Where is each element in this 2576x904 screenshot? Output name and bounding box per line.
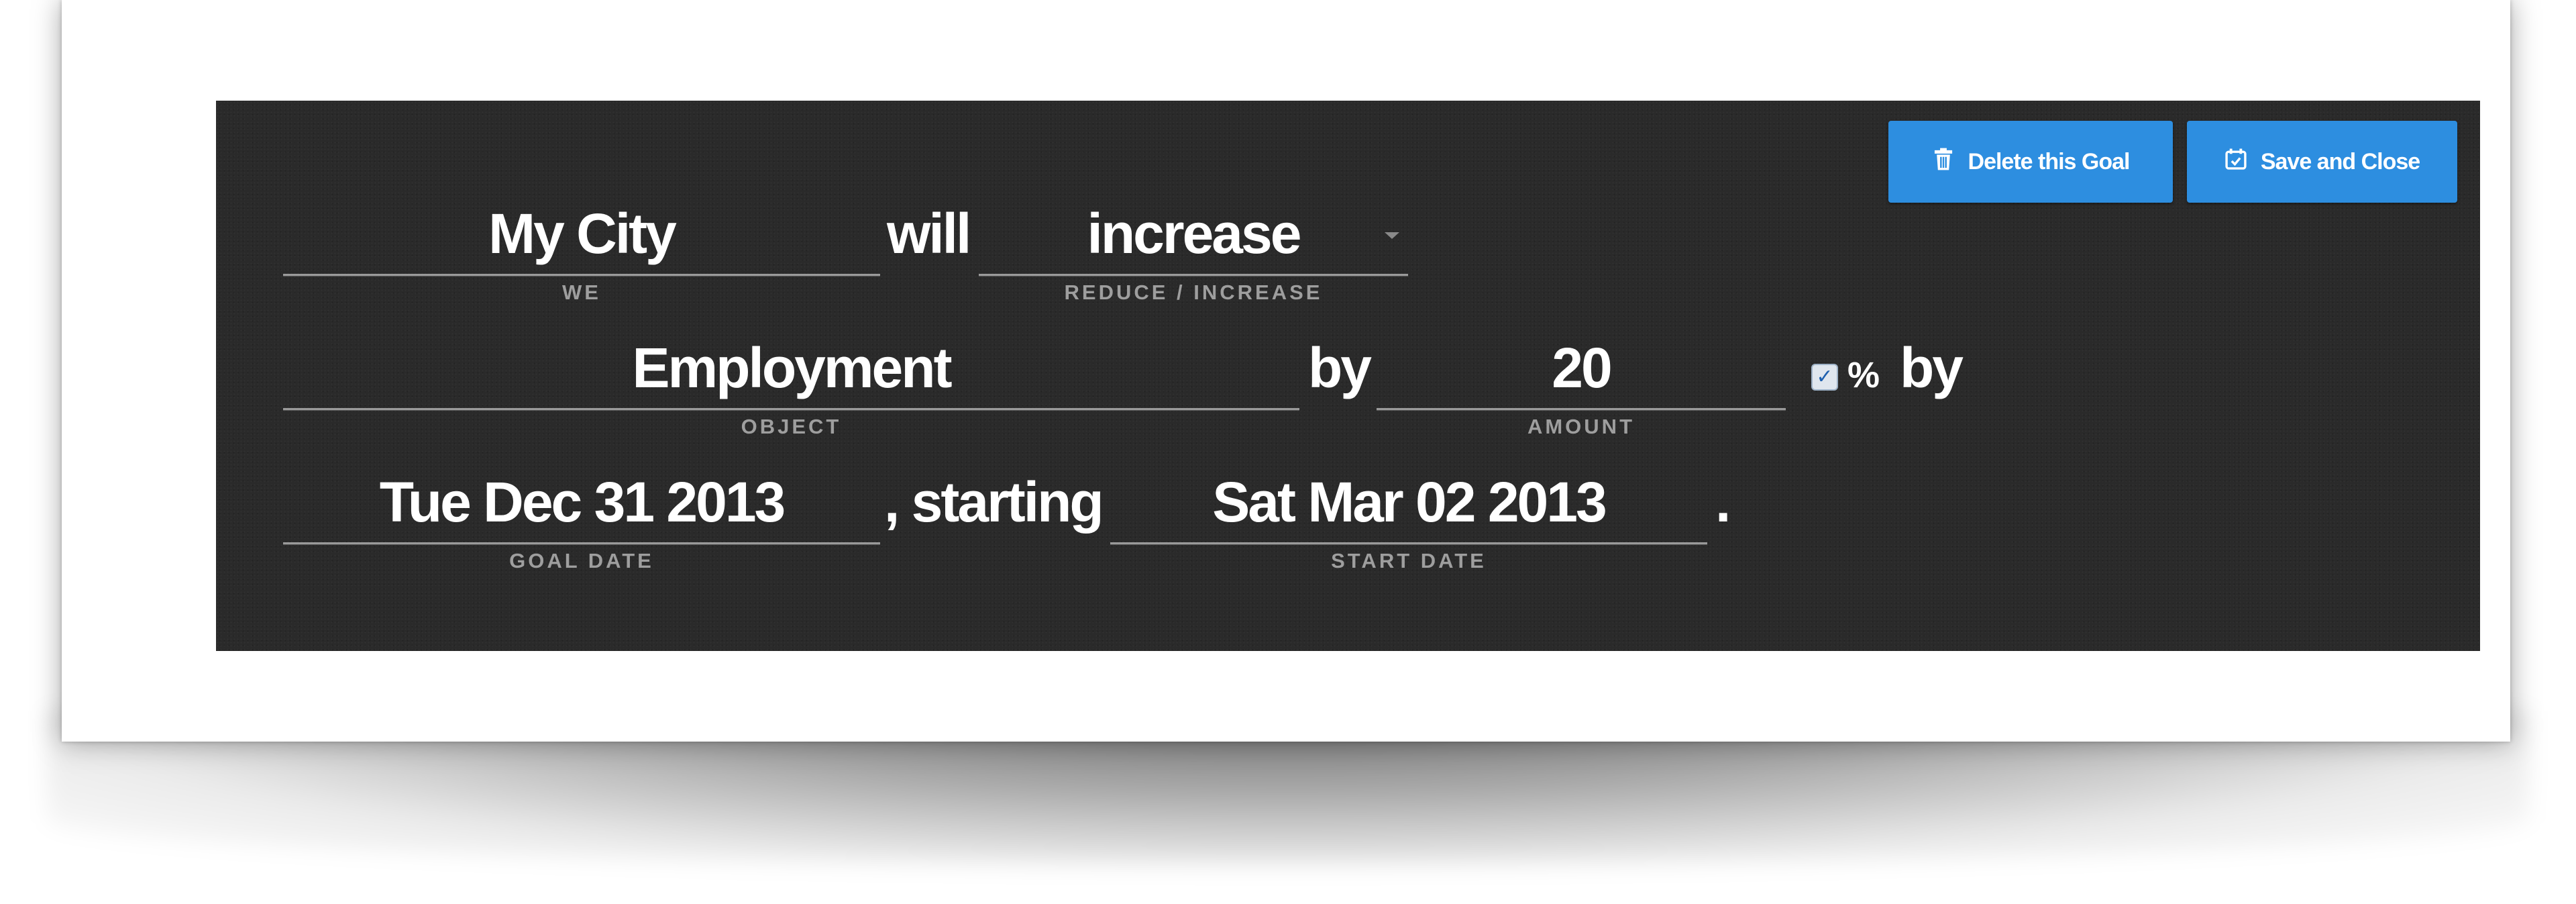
- we-underline: [283, 274, 880, 277]
- direction-caption: REDUCE / INCREASE: [1064, 281, 1323, 304]
- goal-date-caption: GOAL DATE: [509, 549, 654, 572]
- direction-underline: [979, 274, 1408, 277]
- goal-date-field[interactable]: Tue Dec 31 2013 GOAL DATE: [283, 470, 880, 572]
- object-underline: [283, 408, 1299, 411]
- amount-underline: [1377, 408, 1786, 411]
- start-date-underline: [1110, 542, 1707, 545]
- object-field[interactable]: Employment OBJECT: [283, 336, 1299, 438]
- will-text: will: [887, 202, 971, 265]
- amount-field[interactable]: 20 AMOUNT: [1377, 336, 1786, 438]
- delete-goal-button[interactable]: Delete this Goal: [1888, 121, 2173, 203]
- object-caption: OBJECT: [741, 415, 842, 438]
- we-field[interactable]: My City WE: [283, 201, 880, 304]
- save-and-close-button[interactable]: Save and Close: [2187, 121, 2457, 203]
- save-and-close-label: Save and Close: [2260, 148, 2420, 174]
- we-caption: WE: [562, 281, 601, 304]
- goal-date-value[interactable]: Tue Dec 31 2013: [283, 470, 880, 535]
- goal-card: Delete this Goal Save and Close My City …: [62, 0, 2510, 742]
- direction-select[interactable]: increase REDUCE / INCREASE: [979, 201, 1408, 304]
- chevron-down-icon[interactable]: [1385, 232, 1399, 239]
- period-text: .: [1715, 470, 1731, 534]
- amount-value[interactable]: 20: [1377, 336, 1786, 401]
- direction-value[interactable]: increase: [979, 201, 1408, 266]
- object-value[interactable]: Employment: [283, 336, 1299, 401]
- amount-caption: AMOUNT: [1527, 415, 1635, 438]
- save-calendar-icon: [2224, 147, 2247, 177]
- start-date-field[interactable]: Sat Mar 02 2013 START DATE: [1110, 470, 1707, 572]
- by-text: by: [1308, 336, 1372, 399]
- delete-goal-label: Delete this Goal: [1968, 148, 2131, 174]
- start-date-caption: START DATE: [1331, 549, 1487, 572]
- goal-editor-panel: Delete this Goal Save and Close My City …: [216, 101, 2480, 651]
- percent-checkbox[interactable]: ✓: [1811, 364, 1838, 391]
- percent-symbol: %: [1847, 355, 1880, 395]
- trash-icon: [1932, 147, 1955, 177]
- goal-date-underline: [283, 542, 880, 545]
- start-date-value[interactable]: Sat Mar 02 2013: [1110, 470, 1707, 535]
- starting-text: , starting: [884, 470, 1104, 534]
- we-value[interactable]: My City: [283, 201, 880, 266]
- by-text-2: by: [1900, 336, 1964, 399]
